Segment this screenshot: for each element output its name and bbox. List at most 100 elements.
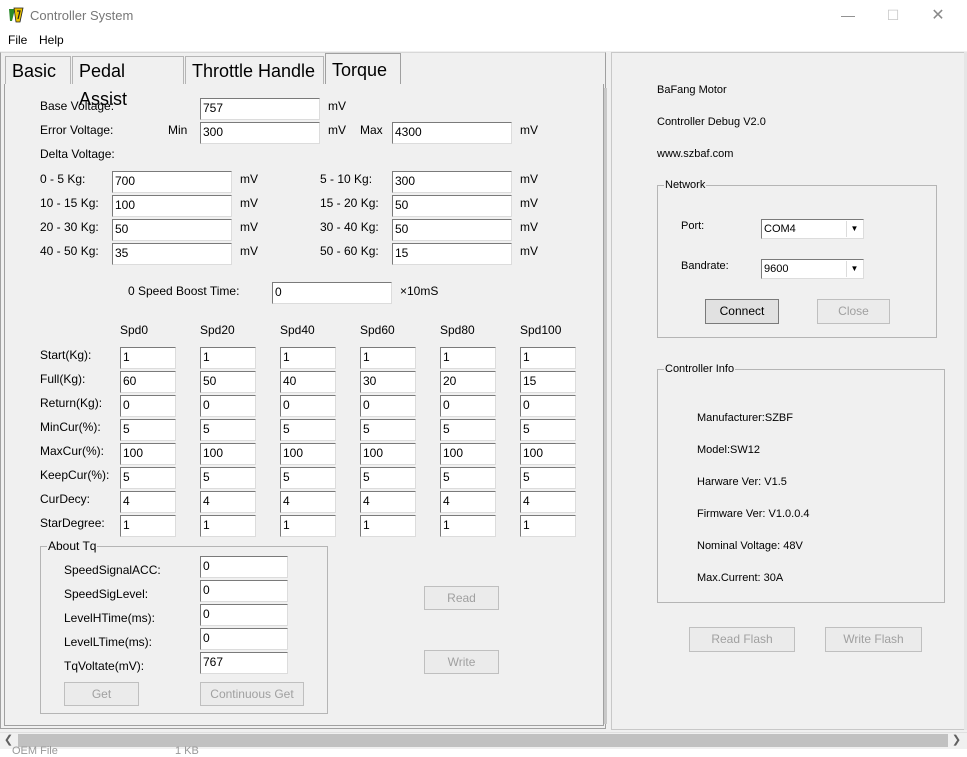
- grid-cell-input[interactable]: 5: [520, 467, 576, 489]
- grid-cell-input[interactable]: 0: [120, 395, 176, 417]
- get-button[interactable]: Get: [64, 682, 139, 706]
- scrollbar-thumb[interactable]: [18, 734, 948, 747]
- close-window-button[interactable]: ✕: [915, 0, 961, 31]
- grid-cell-input[interactable]: 1: [360, 347, 416, 369]
- grid-cell-input[interactable]: 1: [120, 347, 176, 369]
- maximize-button[interactable]: ☐: [870, 0, 916, 31]
- baudrate-select[interactable]: 9600 ▼: [761, 259, 864, 279]
- grid-row-label: CurDecy:: [40, 492, 91, 506]
- delta-input[interactable]: 100: [112, 195, 232, 217]
- grid-cell-input[interactable]: 100: [120, 443, 176, 465]
- controller-info-line: Max.Current: 30A: [697, 572, 784, 584]
- grid-cell-input[interactable]: 4: [440, 491, 496, 513]
- grid-cell-input[interactable]: 5: [360, 467, 416, 489]
- grid-cell-input[interactable]: 1: [200, 515, 256, 537]
- continuous-get-button[interactable]: Continuous Get: [200, 682, 304, 706]
- about-field-input[interactable]: 0: [200, 556, 288, 578]
- grid-cell-input[interactable]: 0: [440, 395, 496, 417]
- grid-cell-input[interactable]: 4: [520, 491, 576, 513]
- port-select[interactable]: COM4 ▼: [761, 219, 864, 239]
- tab-throttle-handle[interactable]: Throttle Handle: [185, 56, 324, 84]
- grid-cell-input[interactable]: 15: [520, 371, 576, 393]
- minimize-button[interactable]: —: [825, 0, 871, 31]
- write-button[interactable]: Write: [424, 650, 499, 674]
- grid-cell-input[interactable]: 1: [280, 347, 336, 369]
- tab-pedal-assist[interactable]: Pedal Assist: [72, 56, 184, 109]
- grid-row-label: Return(Kg):: [40, 396, 103, 410]
- base-voltage-input[interactable]: 757: [200, 98, 320, 120]
- grid-cell-input[interactable]: 0: [200, 395, 256, 417]
- menu-file[interactable]: File: [8, 33, 27, 47]
- delta-input[interactable]: 15: [392, 243, 512, 265]
- grid-cell-input[interactable]: 100: [360, 443, 416, 465]
- about-field-input[interactable]: 0: [200, 604, 288, 626]
- chevron-down-icon[interactable]: ▼: [846, 261, 862, 277]
- app-icon: [8, 7, 24, 23]
- grid-cell-input[interactable]: 0: [520, 395, 576, 417]
- grid-cell-input[interactable]: 1: [440, 347, 496, 369]
- left-panel-scrollbar[interactable]: [604, 88, 607, 724]
- grid-cell-input[interactable]: 1: [360, 515, 416, 537]
- tab-torque[interactable]: Torque: [325, 53, 401, 84]
- grid-cell-input[interactable]: 1: [520, 515, 576, 537]
- grid-cell-input[interactable]: 60: [120, 371, 176, 393]
- about-field-input[interactable]: 0: [200, 580, 288, 602]
- baudrate-label: Bandrate:: [681, 260, 729, 272]
- menu-help[interactable]: Help: [39, 33, 64, 47]
- grid-cell-input[interactable]: 100: [280, 443, 336, 465]
- scroll-right-icon[interactable]: ❯: [948, 732, 965, 749]
- controller-info-line: Firmware Ver: V1.0.0.4: [697, 508, 810, 520]
- tab-basic[interactable]: Basic: [5, 56, 71, 84]
- grid-cell-input[interactable]: 5: [520, 419, 576, 441]
- delta-label: 0 - 5 Kg:: [40, 172, 86, 186]
- grid-cell-input[interactable]: 5: [360, 419, 416, 441]
- grid-cell-input[interactable]: 4: [120, 491, 176, 513]
- write-flash-button[interactable]: Write Flash: [825, 627, 922, 652]
- about-field-label: SpeedSignalACC:: [64, 563, 161, 577]
- grid-cell-input[interactable]: 5: [200, 419, 256, 441]
- chevron-down-icon[interactable]: ▼: [846, 221, 862, 237]
- grid-cell-input[interactable]: 5: [280, 467, 336, 489]
- error-voltage-max-input[interactable]: 4300: [392, 122, 512, 144]
- grid-cell-input[interactable]: 40: [280, 371, 336, 393]
- delta-input[interactable]: 50: [112, 219, 232, 241]
- grid-cell-input[interactable]: 20: [440, 371, 496, 393]
- grid-cell-input[interactable]: 50: [200, 371, 256, 393]
- grid-cell-input[interactable]: 4: [280, 491, 336, 513]
- grid-cell-input[interactable]: 100: [440, 443, 496, 465]
- grid-cell-input[interactable]: 5: [440, 467, 496, 489]
- grid-cell-input[interactable]: 100: [520, 443, 576, 465]
- about-field-label: LevelHTime(ms):: [64, 611, 155, 625]
- grid-cell-input[interactable]: 5: [440, 419, 496, 441]
- grid-cell-input[interactable]: 1: [200, 347, 256, 369]
- close-port-button[interactable]: Close: [817, 299, 890, 324]
- delta-input[interactable]: 50: [392, 195, 512, 217]
- grid-cell-input[interactable]: 100: [200, 443, 256, 465]
- grid-cell-input[interactable]: 30: [360, 371, 416, 393]
- grid-cell-input[interactable]: 1: [280, 515, 336, 537]
- read-flash-button[interactable]: Read Flash: [689, 627, 795, 652]
- grid-cell-input[interactable]: 5: [120, 419, 176, 441]
- connect-button[interactable]: Connect: [705, 299, 779, 324]
- boost-time-input[interactable]: 0: [272, 282, 392, 304]
- error-voltage-min-input[interactable]: 300: [200, 122, 320, 144]
- delta-input[interactable]: 35: [112, 243, 232, 265]
- delta-input[interactable]: 300: [392, 171, 512, 193]
- grid-cell-input[interactable]: 1: [440, 515, 496, 537]
- grid-cell-input[interactable]: 5: [200, 467, 256, 489]
- grid-cell-input[interactable]: 1: [520, 347, 576, 369]
- grid-cell-input[interactable]: 4: [200, 491, 256, 513]
- grid-cell-input[interactable]: 0: [360, 395, 416, 417]
- boost-time-unit: ×10mS: [400, 284, 439, 298]
- read-button[interactable]: Read: [424, 586, 499, 610]
- about-field-input[interactable]: 767: [200, 652, 288, 674]
- grid-row-label: MaxCur(%):: [40, 444, 105, 458]
- grid-cell-input[interactable]: 5: [280, 419, 336, 441]
- grid-cell-input[interactable]: 4: [360, 491, 416, 513]
- about-field-input[interactable]: 0: [200, 628, 288, 650]
- grid-cell-input[interactable]: 0: [280, 395, 336, 417]
- grid-cell-input[interactable]: 1: [120, 515, 176, 537]
- grid-cell-input[interactable]: 5: [120, 467, 176, 489]
- delta-input[interactable]: 700: [112, 171, 232, 193]
- delta-input[interactable]: 50: [392, 219, 512, 241]
